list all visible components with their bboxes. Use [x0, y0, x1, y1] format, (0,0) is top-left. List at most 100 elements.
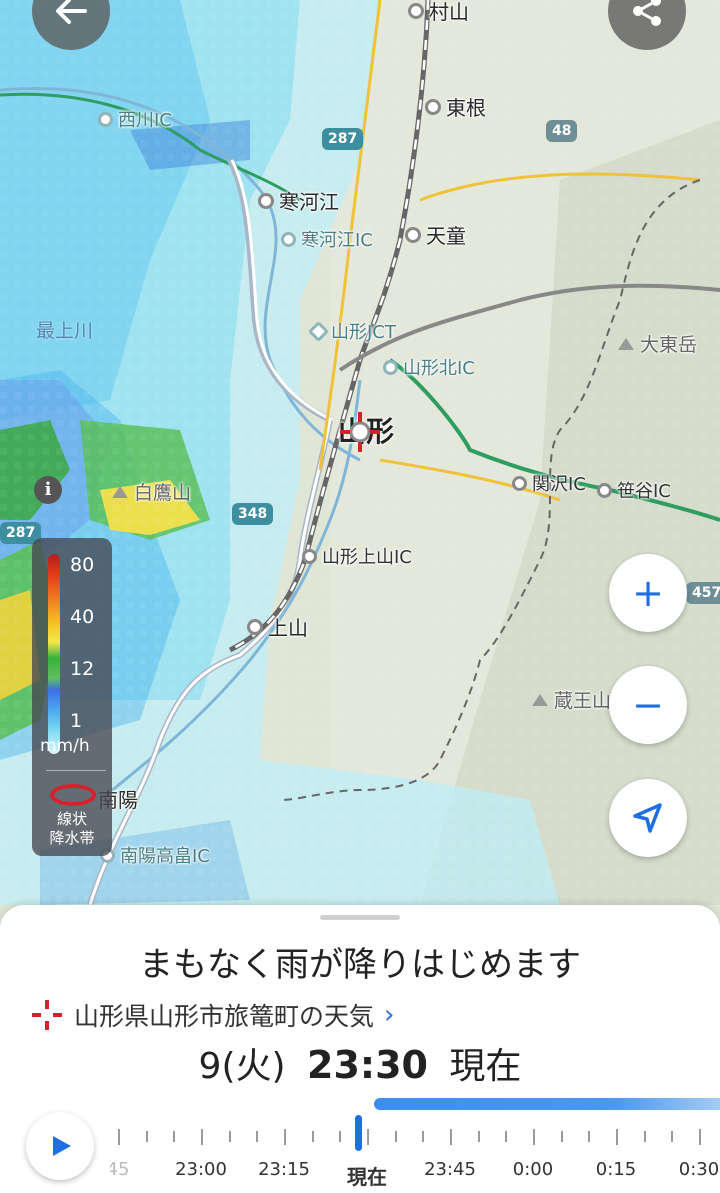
place-nishikawa-ic[interactable]: 西川IC [98, 106, 172, 132]
zoom-in-button[interactable]: + [609, 554, 687, 632]
time-slider-tick [588, 1131, 590, 1142]
time-slider-label: 23:15 [258, 1159, 310, 1180]
rain-radar-screen: 村山 東根 西川IC 寒河江 寒河江IC 天童 山形JCT 山形北IC 大東岳 … [0, 0, 720, 1193]
ic-marker-icon [597, 482, 612, 498]
time-suffix: 現在 [449, 1046, 522, 1087]
jct-marker-icon [307, 320, 330, 342]
time-slider-label: 23:45 [424, 1159, 476, 1180]
time-slider-tick [173, 1131, 175, 1142]
place-kaminoyama[interactable]: 上山 [247, 612, 308, 641]
time-slider-tick [395, 1131, 397, 1142]
time-slider-label: 45 [110, 1159, 130, 1180]
place-shirataka-yama[interactable]: 白鷹山 [112, 478, 191, 505]
time-slider-tick [146, 1131, 148, 1142]
time-slider-tick [312, 1131, 314, 1142]
time-slider-tick [505, 1131, 507, 1142]
time-slider-tick [201, 1129, 203, 1145]
ic-marker-icon [302, 548, 317, 564]
play-button[interactable] [26, 1112, 94, 1180]
rain-forecast-headline: まもなく雨が降りはじめます [139, 945, 581, 985]
ic-marker-icon [383, 359, 398, 375]
place-tendo[interactable]: 天童 [405, 220, 466, 249]
time-slider-tick [118, 1129, 120, 1145]
city-marker-icon [425, 98, 441, 115]
legend-value: 80 [70, 554, 95, 576]
time-slider-tick [699, 1129, 701, 1145]
city-marker-icon [405, 226, 421, 243]
place-sagae-ic[interactable]: 寒河江IC [281, 226, 373, 252]
place-sasaya-ic[interactable]: 笹谷IC [597, 477, 671, 503]
navigation-arrow-icon [633, 803, 662, 833]
route-shield: 457 [686, 582, 720, 604]
current-location-button[interactable] [609, 779, 687, 857]
legend-color-bar [48, 554, 60, 754]
place-yamagata-jct[interactable]: 山形JCT [307, 318, 396, 344]
city-marker-icon [258, 192, 274, 209]
time-slider-label: 0:15 [595, 1159, 637, 1180]
minus-icon: − [632, 683, 664, 727]
time-slider-thumb[interactable] [355, 1115, 362, 1151]
time-slider-tick [367, 1129, 369, 1145]
time-slider-tick [229, 1131, 231, 1142]
time-slider-label: 0:30 [678, 1159, 720, 1180]
legend-value: 1 [70, 710, 83, 732]
time-slider-tick [339, 1131, 341, 1142]
time-clock: 23:30 [307, 1043, 428, 1087]
zoom-out-button[interactable]: − [609, 666, 687, 744]
route-shield: 348 [232, 503, 274, 525]
place-daitodake[interactable]: 大東岳 [618, 330, 697, 357]
mountain-icon [532, 693, 548, 706]
place-murayama[interactable]: 村山 [408, 0, 469, 25]
place-nanyo-takahata-ic[interactable]: 南陽高畠IC [100, 842, 210, 868]
rainband-ring-icon [50, 784, 96, 806]
place-mogami-river: 最上川 [36, 320, 94, 342]
time-slider-tick [284, 1129, 286, 1145]
arrow-left-icon [56, 0, 87, 24]
weather-bottom-sheet[interactable]: まもなく雨が降りはじめます 山形県山形市旅篭町の天気 › 9(火) 23:30 … [0, 905, 720, 1193]
mountain-icon [112, 485, 128, 498]
location-name: 山形県山形市旅篭町の天気 [74, 1002, 375, 1031]
time-slider-label: 現在 [347, 1165, 387, 1189]
route-shield: 287 [322, 128, 364, 150]
forecast-range-bar [374, 1098, 720, 1110]
place-yamagata-kita-ic[interactable]: 山形北IC [383, 354, 475, 380]
ic-marker-icon [281, 231, 296, 247]
place-higashine[interactable]: 東根 [425, 92, 486, 121]
info-button[interactable]: i [34, 476, 62, 504]
time-slider-tick [616, 1129, 618, 1145]
time-slider-tick [671, 1131, 673, 1142]
plus-icon: + [632, 571, 664, 615]
rain-intensity-legend[interactable]: 80 40 12 1 mm/h 線状 降水帯 [32, 538, 112, 856]
legend-value: 40 [70, 606, 95, 628]
time-slider-label: 23:00 [175, 1159, 227, 1180]
place-sekizawa-ic[interactable]: 関沢IC [512, 470, 586, 496]
time-slider-tick [561, 1131, 563, 1142]
time-slider[interactable]: 45 23:00 23:15 現在 23:45 0:00 0:15 0:30 [110, 1115, 720, 1193]
chevron-right-icon: › [384, 1000, 395, 1030]
sheet-drag-handle[interactable] [320, 915, 400, 920]
legend-divider [46, 770, 106, 771]
location-crosshair-icon [340, 412, 380, 452]
play-icon [53, 1136, 71, 1156]
time-day: 9(火) [198, 1046, 286, 1087]
place-zaosan[interactable]: 蔵王山 [532, 686, 611, 713]
time-slider-tick [533, 1129, 535, 1145]
route-shield: 48 [546, 120, 578, 142]
ic-marker-icon [98, 111, 113, 127]
place-yamagata-kaminoyama-ic[interactable]: 山形上山IC [302, 543, 412, 569]
selected-location-yamagata[interactable]: 山形 [338, 410, 394, 452]
city-marker-icon [408, 2, 424, 19]
current-time-display: 9(火) 23:30 現在 [0, 1037, 720, 1089]
time-slider-label: 0:00 [512, 1159, 554, 1180]
legend-unit: mm/h [40, 736, 90, 756]
time-slider-tick [256, 1131, 258, 1142]
legend-rainband-label: 線状 降水帯 [49, 810, 95, 847]
mountain-icon [618, 337, 634, 350]
place-sagae[interactable]: 寒河江 [258, 186, 339, 215]
time-slider-tick [478, 1131, 480, 1142]
time-slider-tick [644, 1131, 646, 1142]
share-icon [633, 0, 661, 26]
city-marker-icon [247, 618, 263, 635]
location-crosshair-icon [32, 1000, 62, 1030]
location-weather-link[interactable]: 山形県山形市旅篭町の天気 › [30, 997, 394, 1033]
